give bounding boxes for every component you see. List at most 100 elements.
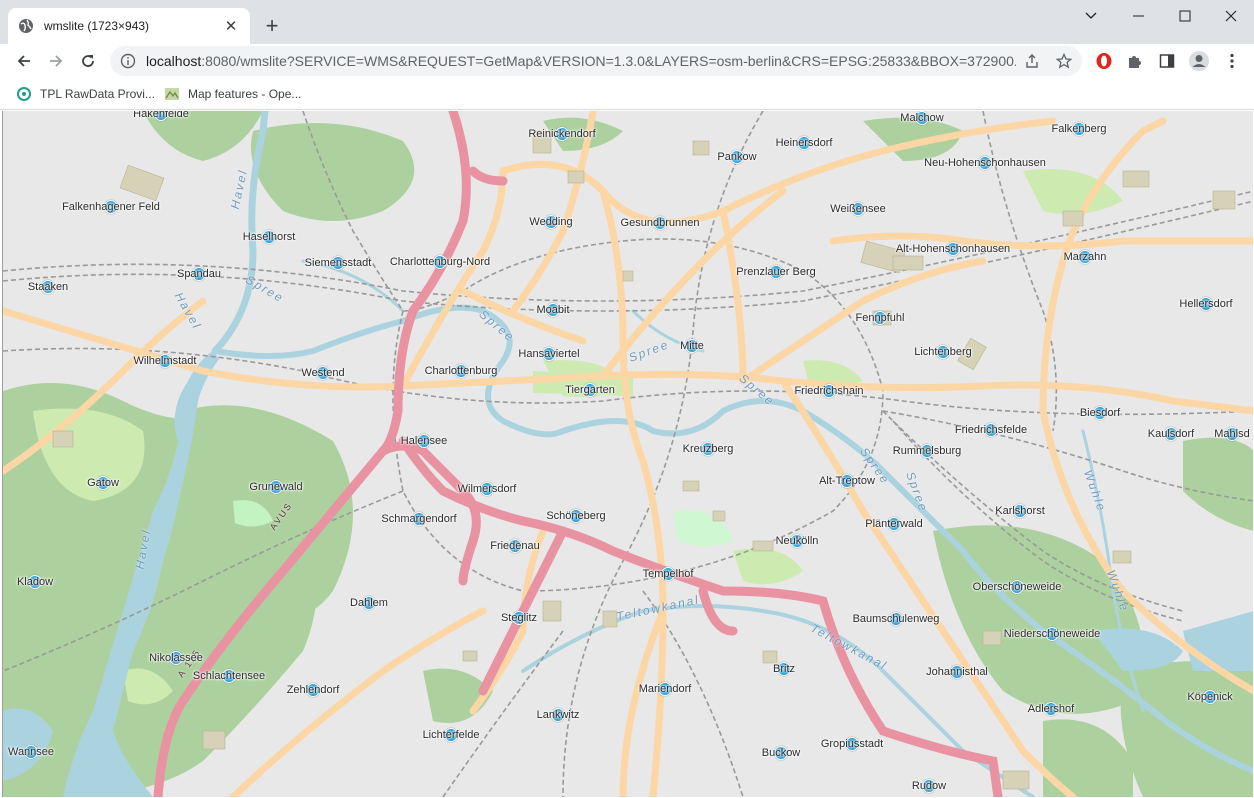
place-label: Schmargendorf (381, 513, 457, 525)
place-label: Fennpfuhl (855, 312, 905, 324)
place-label: Friedrichshain (794, 385, 864, 397)
tpl-logo-icon (17, 87, 31, 101)
place-label: Schöneberg (546, 510, 606, 522)
place-label: Johannisthal (926, 666, 988, 678)
place-label: Alt-Hohenschonhausen (895, 243, 1011, 255)
place-label: Moabit (536, 304, 570, 316)
url-text: localhost:8080/wmslite?SERVICE=WMS&REQUE… (146, 53, 1016, 69)
place-label: Tempelhof (642, 568, 694, 580)
place-label: Charlottenburg-Nord (389, 256, 491, 268)
place-label: Wedding (529, 216, 573, 228)
place-label: Rummelsburg (892, 445, 962, 457)
place-label: Schlachtensee (192, 670, 266, 682)
place-label: Neu-Hohenschonhausen (924, 157, 1046, 169)
place-label: Rudow (911, 780, 947, 792)
info-icon[interactable] (120, 53, 136, 69)
place-label: Köpenick (1187, 691, 1233, 703)
place-label: Wilhelmstadt (133, 355, 197, 367)
place-label: Falkenhagener Feld (62, 201, 160, 213)
browser-tab[interactable]: wmslite (1723×943) ✕ (8, 8, 250, 44)
place-label: Plänterwald (865, 518, 923, 530)
bookmark-star-icon[interactable] (1054, 51, 1074, 71)
place-label: Mitte (680, 340, 704, 352)
maximize-button[interactable] (1162, 4, 1208, 28)
place-label: Neukölln (775, 535, 819, 547)
place-label: Prenzlauer Berg (736, 266, 816, 278)
place-label: Buckow (761, 747, 801, 759)
share-icon[interactable] (1022, 51, 1042, 71)
place-label: Friedenau (490, 540, 540, 552)
globe-icon (19, 19, 33, 33)
place-label: Dahlem (350, 597, 388, 609)
profile-avatar-icon[interactable] (1187, 49, 1211, 73)
wms-map-image[interactable]: AVUS A 115 Havel Havel Havel Spree Spree Spree… (2, 111, 1253, 797)
place-label: Tiergarten (565, 384, 615, 396)
place-label: Kaulsdorf (1147, 428, 1195, 440)
address-bar[interactable]: localhost:8080/wmslite?SERVICE=WMS&REQUE… (110, 46, 1082, 76)
tab-strip: wmslite (1723×943) ✕ + (0, 0, 1254, 44)
back-button[interactable] (10, 47, 38, 75)
place-label: Westend (301, 367, 345, 379)
reload-button[interactable] (74, 47, 102, 75)
place-label: Biesdorf (1079, 407, 1121, 419)
place-label: Charlottenburg (424, 365, 498, 377)
place-label: Hansaviertel (518, 348, 580, 360)
browser-toolbar: localhost:8080/wmslite?SERVICE=WMS&REQUE… (0, 44, 1254, 78)
place-label: Gesundbrunnen (620, 217, 700, 229)
place-label: Gatow (87, 477, 119, 489)
place-label: Alt-Treptow (819, 475, 875, 487)
place-label: Nikolassee (149, 652, 203, 664)
place-label: Halensee (400, 435, 448, 447)
bookmark-label: Map features - Ope... (188, 87, 302, 101)
place-label: Falkenberg (1051, 123, 1107, 135)
place-label: Mahlsd (1214, 428, 1250, 440)
place-label: Friedrichsfelde (954, 424, 1028, 436)
place-label: Steglitz (500, 612, 538, 624)
place-label: Marzahn (1063, 251, 1107, 263)
place-label: Wilmersdorf (457, 483, 517, 495)
close-tab-icon[interactable]: ✕ (222, 17, 240, 35)
map-base-layer (3, 111, 1253, 797)
place-label: Hakenfelde (133, 111, 189, 120)
place-label: Staaken (27, 281, 69, 293)
place-label: Haselhorst (242, 231, 296, 243)
menu-kebab-icon[interactable] (1220, 49, 1244, 73)
minimize-button[interactable] (1116, 4, 1162, 28)
place-label: Mariendorf (638, 683, 692, 695)
tab-search-icon[interactable] (1068, 4, 1114, 28)
place-label: Spandau (176, 268, 222, 280)
bookmark-tpl-rawdata[interactable]: TPL RawData Provi... (16, 84, 155, 104)
forward-button[interactable] (42, 47, 70, 75)
place-label: Karlshorst (995, 505, 1045, 517)
place-label: Weißensee (830, 203, 886, 215)
place-label: Malchow (900, 112, 944, 124)
place-label: Zehlendorf (286, 684, 340, 696)
place-label: Kladow (16, 576, 54, 588)
place-label: Pankow (717, 151, 757, 163)
place-label: Reinickendorf (528, 128, 596, 140)
place-label: Lichtenberg (914, 346, 972, 358)
place-label: Wannsee (7, 746, 55, 758)
opera-extension-icon[interactable] (1092, 49, 1116, 73)
place-label: Britz (773, 663, 795, 675)
bookmarks-bar: TPL RawData Provi... Map features - Ope.… (0, 78, 1254, 110)
extensions-puzzle-icon[interactable] (1123, 49, 1147, 73)
place-label: Lichterfelde (422, 729, 480, 741)
tab-title: wmslite (1723×943) (44, 19, 150, 33)
bookmark-map-features[interactable]: Map features - Ope... (164, 84, 301, 104)
place-label: Siemensstadt (304, 257, 372, 269)
place-label: Heinersdorf (775, 137, 833, 149)
new-tab-button[interactable]: + (260, 14, 284, 38)
place-label: Hellersdorf (1179, 298, 1233, 310)
place-label: Adlershof (1027, 703, 1075, 715)
place-label: Niederschöneweide (1003, 628, 1101, 640)
side-panel-icon[interactable] (1155, 49, 1179, 73)
place-label: Baumschulenweg (852, 613, 940, 625)
place-label: Grunewald (249, 481, 303, 493)
place-label: Oberschöneweide (972, 581, 1062, 593)
place-label: Gropiusstadt (820, 738, 884, 750)
osm-wiki-icon (165, 88, 179, 100)
close-window-button[interactable] (1208, 4, 1254, 28)
place-label: Lankwitz (536, 709, 580, 721)
bookmark-label: TPL RawData Provi... (40, 87, 155, 101)
